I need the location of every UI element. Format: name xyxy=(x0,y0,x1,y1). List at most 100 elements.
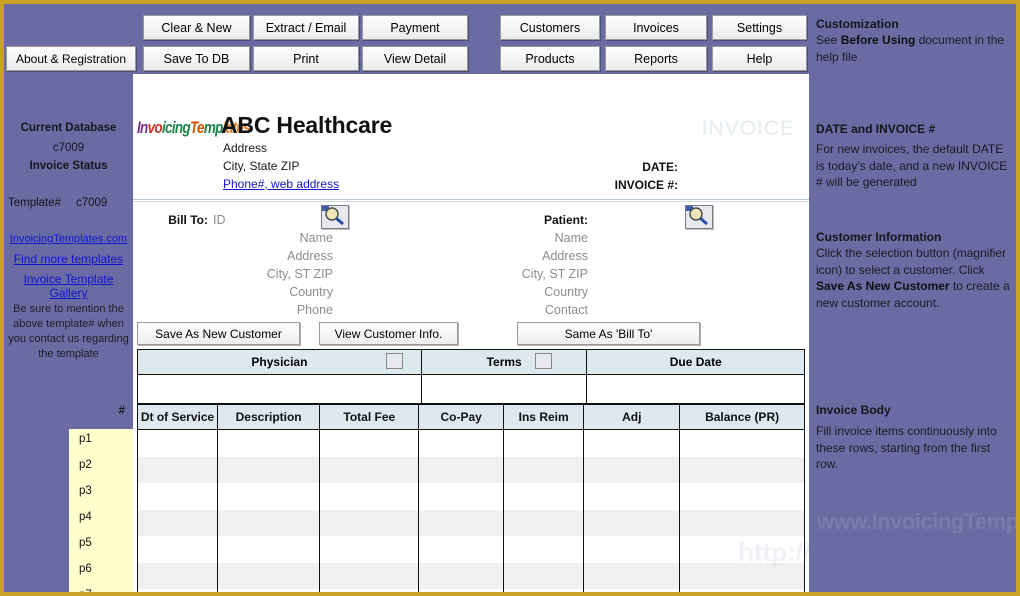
view-customer-info-button[interactable]: View Customer Info. xyxy=(319,322,458,345)
cell-description[interactable] xyxy=(217,536,321,563)
cell-co-pay[interactable] xyxy=(418,536,504,563)
cell-co-pay[interactable] xyxy=(418,589,504,592)
print-button[interactable]: Print xyxy=(253,46,359,71)
link-find-more-templates[interactable]: Find more templates xyxy=(4,252,133,266)
cell-adj[interactable] xyxy=(583,483,681,510)
bill-to-country[interactable]: Country xyxy=(133,285,333,299)
same-as-bill-to-button[interactable]: Same As 'Bill To' xyxy=(517,322,700,345)
cell-dt-of-service[interactable] xyxy=(136,536,219,563)
cell-description[interactable] xyxy=(217,589,321,592)
cell-description[interactable] xyxy=(217,483,321,510)
cell-description[interactable] xyxy=(217,429,321,457)
patient-magnifier-icon[interactable] xyxy=(685,205,713,229)
table-row[interactable] xyxy=(136,429,805,457)
physician-value-cell[interactable] xyxy=(137,374,422,406)
cell-adj[interactable] xyxy=(583,562,681,589)
customer-info-body: Click the selection button (magnifier ic… xyxy=(816,245,1012,311)
row-number-p6: p6 xyxy=(79,563,92,575)
cell-co-pay[interactable] xyxy=(418,483,504,510)
table-row[interactable] xyxy=(136,589,805,592)
physician-magnifier-icon[interactable] xyxy=(385,353,403,369)
bill-to-magnifier-icon[interactable] xyxy=(321,205,349,229)
cell-adj[interactable] xyxy=(583,509,681,536)
terms-value-cell[interactable] xyxy=(420,374,588,406)
cell-ins-reim[interactable] xyxy=(502,562,585,589)
cell-balance-pr[interactable] xyxy=(679,456,805,483)
cell-total-fee[interactable] xyxy=(319,509,420,536)
bill-to-name[interactable]: Name xyxy=(133,231,333,245)
cell-dt-of-service[interactable] xyxy=(136,483,219,510)
cell-total-fee[interactable] xyxy=(319,456,420,483)
cell-total-fee[interactable] xyxy=(319,589,420,592)
table-row[interactable] xyxy=(136,562,805,589)
cell-dt-of-service[interactable] xyxy=(136,456,219,483)
payment-button[interactable]: Payment xyxy=(362,15,468,40)
cell-ins-reim[interactable] xyxy=(502,456,585,483)
cell-description[interactable] xyxy=(217,456,321,483)
cell-adj[interactable] xyxy=(583,536,681,563)
cell-ins-reim[interactable] xyxy=(502,536,585,563)
cell-ins-reim[interactable] xyxy=(502,483,585,510)
table-row[interactable] xyxy=(136,536,805,563)
reports-button[interactable]: Reports xyxy=(605,46,707,71)
table-row[interactable] xyxy=(136,509,805,536)
help-button[interactable]: Help xyxy=(712,46,807,71)
invoice-status-label: Invoice Status xyxy=(29,160,108,172)
products-button[interactable]: Products xyxy=(500,46,600,71)
cell-balance-pr[interactable] xyxy=(679,509,805,536)
settings-button[interactable]: Settings xyxy=(712,15,807,40)
cell-dt-of-service[interactable] xyxy=(136,562,219,589)
about-registration-button[interactable]: About & Registration xyxy=(6,46,136,71)
cell-balance-pr[interactable] xyxy=(679,429,805,457)
cell-description[interactable] xyxy=(217,509,321,536)
customer-info-heading: Customer Information xyxy=(816,230,942,244)
patient-name[interactable]: Name xyxy=(463,231,588,245)
due-date-value-cell[interactable] xyxy=(586,374,805,406)
bill-to-id[interactable]: ID xyxy=(213,213,226,227)
bill-to-phone[interactable]: Phone xyxy=(133,303,333,317)
save-to-db-button[interactable]: Save To DB xyxy=(143,46,250,71)
cell-co-pay[interactable] xyxy=(418,509,504,536)
cell-total-fee[interactable] xyxy=(319,483,420,510)
cell-ins-reim[interactable] xyxy=(502,589,585,592)
header-divider xyxy=(133,198,809,204)
view-detail-button[interactable]: View Detail xyxy=(362,46,468,71)
cell-dt-of-service[interactable] xyxy=(136,589,219,592)
cell-adj[interactable] xyxy=(583,429,681,457)
save-as-new-customer-button[interactable]: Save As New Customer xyxy=(137,322,300,345)
cell-dt-of-service[interactable] xyxy=(136,509,219,536)
company-name: ABC Healthcare xyxy=(221,112,393,138)
cell-ins-reim[interactable] xyxy=(502,509,585,536)
customers-button[interactable]: Customers xyxy=(500,15,600,40)
patient-city-state-zip[interactable]: City, ST ZIP xyxy=(463,267,588,281)
bill-to-address[interactable]: Address xyxy=(133,249,333,263)
patient-country[interactable]: Country xyxy=(463,285,588,299)
cell-total-fee[interactable] xyxy=(319,562,420,589)
patient-contact[interactable]: Contact xyxy=(463,303,588,317)
cell-adj[interactable] xyxy=(583,456,681,483)
cell-co-pay[interactable] xyxy=(418,456,504,483)
table-row[interactable] xyxy=(136,456,805,483)
terms-magnifier-icon[interactable] xyxy=(535,353,553,369)
patient-address[interactable]: Address xyxy=(463,249,588,263)
cell-co-pay[interactable] xyxy=(418,429,504,457)
extract-email-button[interactable]: Extract / Email xyxy=(253,15,359,40)
cell-co-pay[interactable] xyxy=(418,562,504,589)
clear-new-button[interactable]: Clear & New xyxy=(143,15,250,40)
cell-description[interactable] xyxy=(217,562,321,589)
cell-ins-reim[interactable] xyxy=(502,429,585,457)
link-invoice-template-gallery[interactable]: Invoice Template Gallery xyxy=(4,272,133,300)
invoices-button[interactable]: Invoices xyxy=(605,15,707,40)
date-label: DATE: xyxy=(642,160,678,174)
bill-to-city-state-zip[interactable]: City, ST ZIP xyxy=(133,267,333,281)
cell-adj[interactable] xyxy=(583,589,681,592)
link-invoicingtemplates[interactable]: InvoicingTemplates.com xyxy=(4,233,133,245)
cell-dt-of-service[interactable] xyxy=(136,429,219,457)
col-dt-of-service: Dt of Service xyxy=(136,403,219,430)
col-adj: Adj xyxy=(583,403,681,430)
cell-total-fee[interactable] xyxy=(319,536,420,563)
cell-balance-pr[interactable] xyxy=(679,483,805,510)
table-row[interactable] xyxy=(136,483,805,510)
cell-balance-pr[interactable] xyxy=(679,589,805,592)
cell-total-fee[interactable] xyxy=(319,429,420,457)
